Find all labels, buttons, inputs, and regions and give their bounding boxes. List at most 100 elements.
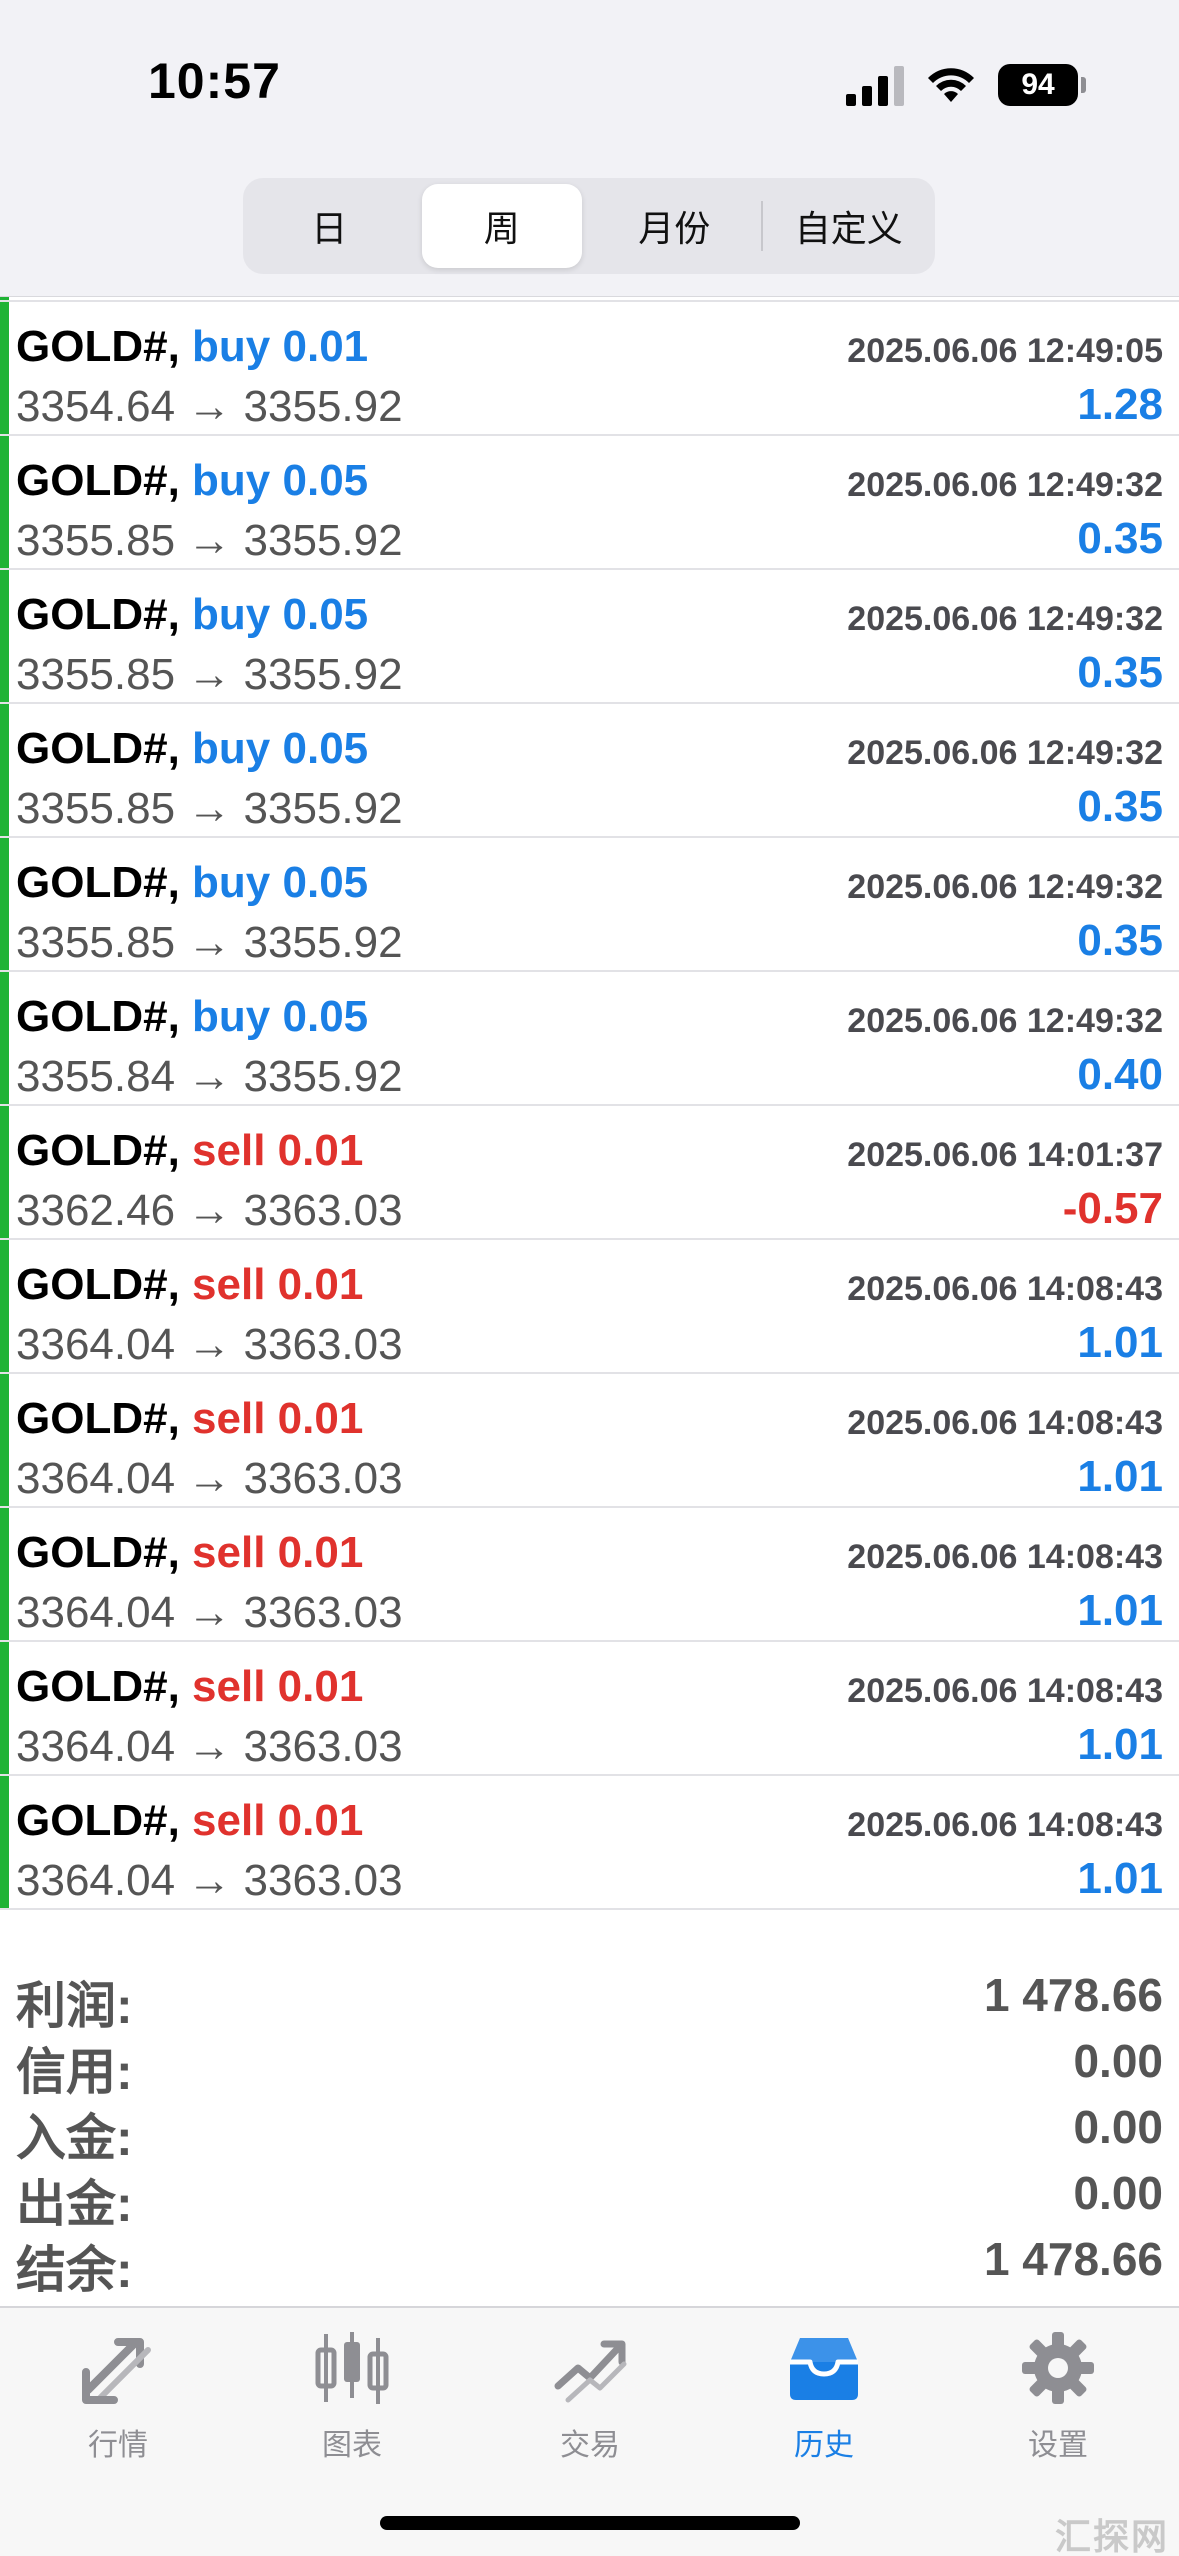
- trade-profit: 1.01: [1077, 1452, 1163, 1501]
- trade-time: 2025.06.06 12:49:32: [847, 868, 1163, 906]
- tab-trade-label: 交易: [560, 2429, 620, 2462]
- tab-chart[interactable]: 图表: [252, 2328, 452, 2478]
- tab-history[interactable]: 历史: [724, 2328, 924, 2478]
- trade-side: sell: [192, 1126, 266, 1175]
- trade-close-price: 3363.03: [243, 1588, 403, 1637]
- trade-row-marker: [0, 436, 9, 568]
- trade-prices: 3364.04 → 3363.03: [16, 1454, 403, 1504]
- trade-row-marker: [0, 302, 9, 434]
- home-indicator[interactable]: [380, 2516, 800, 2530]
- trade-arrow: →: [187, 1454, 232, 1503]
- trade-symbol: GOLD#,: [16, 322, 180, 371]
- trade-profit: 0.35: [1077, 916, 1163, 965]
- summary-value: 0.00: [1073, 2101, 1163, 2153]
- trade-side: buy: [192, 724, 271, 773]
- period-segmented-control[interactable]: 日 周 月份 自定义: [243, 178, 935, 274]
- trade-open-price: 3362.46: [16, 1186, 176, 1235]
- trade-prices: 3355.85 → 3355.92: [16, 918, 403, 968]
- trade-open-price: 3355.84: [16, 1052, 176, 1101]
- summary-value: 1 478.66: [983, 1969, 1163, 2021]
- trade-symbol: GOLD#,: [16, 992, 180, 1041]
- trade-close-price: 3363.03: [243, 1722, 403, 1771]
- trade-prices: 3354.64 → 3355.92: [16, 382, 403, 432]
- trade-title: GOLD#, sell 0.01: [16, 1662, 363, 1712]
- trade-time: 2025.06.06 12:49:32: [847, 734, 1163, 772]
- trade-profit: -0.57: [1062, 1184, 1163, 1233]
- trade-profit: 1.01: [1077, 1854, 1163, 1903]
- trade-arrow: →: [187, 784, 232, 833]
- trade-row-marker: [0, 1508, 9, 1640]
- summary-value: 1 478.66: [983, 2233, 1163, 2285]
- trade-arrow: →: [187, 1856, 232, 1905]
- trade-prices: 3364.04 → 3363.03: [16, 1588, 403, 1638]
- segment-week[interactable]: 周: [421, 184, 582, 268]
- trade-open-price: 3354.64: [16, 382, 176, 431]
- tab-chart-label: 图表: [322, 2429, 382, 2462]
- trade-side: buy: [192, 992, 271, 1041]
- trade-title: GOLD#, sell 0.01: [16, 1260, 363, 1310]
- trade-open-price: 3364.04: [16, 1320, 176, 1369]
- trade-close-price: 3355.92: [243, 918, 403, 967]
- trade-icon: [554, 2340, 627, 2403]
- trade-profit: 0.35: [1077, 782, 1163, 831]
- trade-volume: 0.05: [282, 858, 369, 907]
- trade-open-price: 3355.85: [16, 784, 176, 833]
- quotes-icon: [82, 2338, 151, 2404]
- trade-row[interactable]: GOLD#, sell 0.01 2025.06.06 14:08:43 336…: [0, 1776, 1179, 1910]
- tab-quotes[interactable]: 行情: [18, 2328, 218, 2478]
- trade-row[interactable]: GOLD#, sell 0.01 2025.06.06 14:08:43 336…: [0, 1374, 1179, 1508]
- trade-row[interactable]: GOLD#, buy 0.05 2025.06.06 12:49:32 3355…: [0, 704, 1179, 838]
- trade-volume: 0.05: [282, 456, 369, 505]
- segment-month[interactable]: 月份: [594, 184, 755, 268]
- summary-row: 结余: 1 478.66: [0, 2224, 1179, 2298]
- trade-row[interactable]: GOLD#, sell 0.01 2025.06.06 14:08:43 336…: [0, 1240, 1179, 1374]
- trade-side: sell: [192, 1394, 266, 1443]
- trade-row-marker: [0, 1776, 9, 1908]
- segment-custom[interactable]: 自定义: [769, 184, 930, 268]
- tab-trade[interactable]: 交易: [490, 2328, 690, 2478]
- trade-title: GOLD#, sell 0.01: [16, 1528, 363, 1578]
- trade-close-price: 3363.03: [243, 1856, 403, 1905]
- trade-open-price: 3364.04: [16, 1588, 176, 1637]
- trade-time: 2025.06.06 14:08:43: [847, 1270, 1163, 1308]
- summary-value: 0.00: [1073, 2167, 1163, 2219]
- trade-volume: 0.01: [277, 1662, 364, 1711]
- segment-day[interactable]: 日: [249, 184, 410, 268]
- trade-row[interactable]: GOLD#, buy 0.05 2025.06.06 12:49:32 3355…: [0, 838, 1179, 972]
- trade-close-price: 3355.92: [243, 650, 403, 699]
- summary-row: 利润: 1 478.66: [0, 1960, 1179, 2034]
- trade-symbol: GOLD#,: [16, 1662, 180, 1711]
- trade-row[interactable]: GOLD#, sell 0.01 2025.06.06 14:08:43 336…: [0, 1642, 1179, 1776]
- summary-row: 入金: 0.00: [0, 2092, 1179, 2166]
- trade-open-price: 3364.04: [16, 1722, 176, 1771]
- trade-symbol: GOLD#,: [16, 456, 180, 505]
- trade-row[interactable]: GOLD#, buy 0.05 2025.06.06 12:49:32 3355…: [0, 436, 1179, 570]
- trade-arrow: →: [187, 650, 232, 699]
- trade-profit: 0.40: [1077, 1050, 1163, 1099]
- trade-volume: 0.05: [282, 590, 369, 639]
- tab-quotes-label: 行情: [88, 2429, 148, 2462]
- summary-value: 0.00: [1073, 2035, 1163, 2087]
- trade-row[interactable]: GOLD#, buy 0.05 2025.06.06 12:49:32 3355…: [0, 570, 1179, 704]
- trade-row[interactable]: GOLD#, sell 0.01 2025.06.06 14:08:43 336…: [0, 1508, 1179, 1642]
- trade-prices: 3355.85 → 3355.92: [16, 650, 403, 700]
- trade-list[interactable]: GOLD#, buy 0.01 2025.06.06 12:49:05 3354…: [0, 168, 1179, 1910]
- wifi-icon: [928, 68, 974, 102]
- status-time: 10:57: [148, 53, 281, 109]
- trade-prices: 3362.46 → 3363.03: [16, 1186, 403, 1236]
- trade-row[interactable]: GOLD#, buy 0.01 2025.06.06 12:49:05 3354…: [0, 302, 1179, 436]
- trade-row[interactable]: GOLD#, buy 0.05 2025.06.06 12:49:32 3355…: [0, 972, 1179, 1106]
- battery-indicator: 94: [998, 64, 1078, 106]
- trade-title: GOLD#, buy 0.05: [16, 858, 368, 908]
- trade-arrow: →: [187, 918, 232, 967]
- trade-close-price: 3363.03: [243, 1454, 403, 1503]
- trade-close-price: 3355.92: [243, 516, 403, 565]
- top-header: 10:57 94 日 周 月份 自定义: [0, 0, 1179, 297]
- trade-profit: 0.35: [1077, 514, 1163, 563]
- trade-prices: 3364.04 → 3363.03: [16, 1722, 403, 1772]
- trade-row[interactable]: GOLD#, sell 0.01 2025.06.06 14:01:37 336…: [0, 1106, 1179, 1240]
- trade-profit: 1.01: [1077, 1318, 1163, 1367]
- tab-settings[interactable]: 设置: [958, 2328, 1158, 2478]
- trade-row-marker: [0, 704, 9, 836]
- trade-volume: 0.05: [282, 724, 369, 773]
